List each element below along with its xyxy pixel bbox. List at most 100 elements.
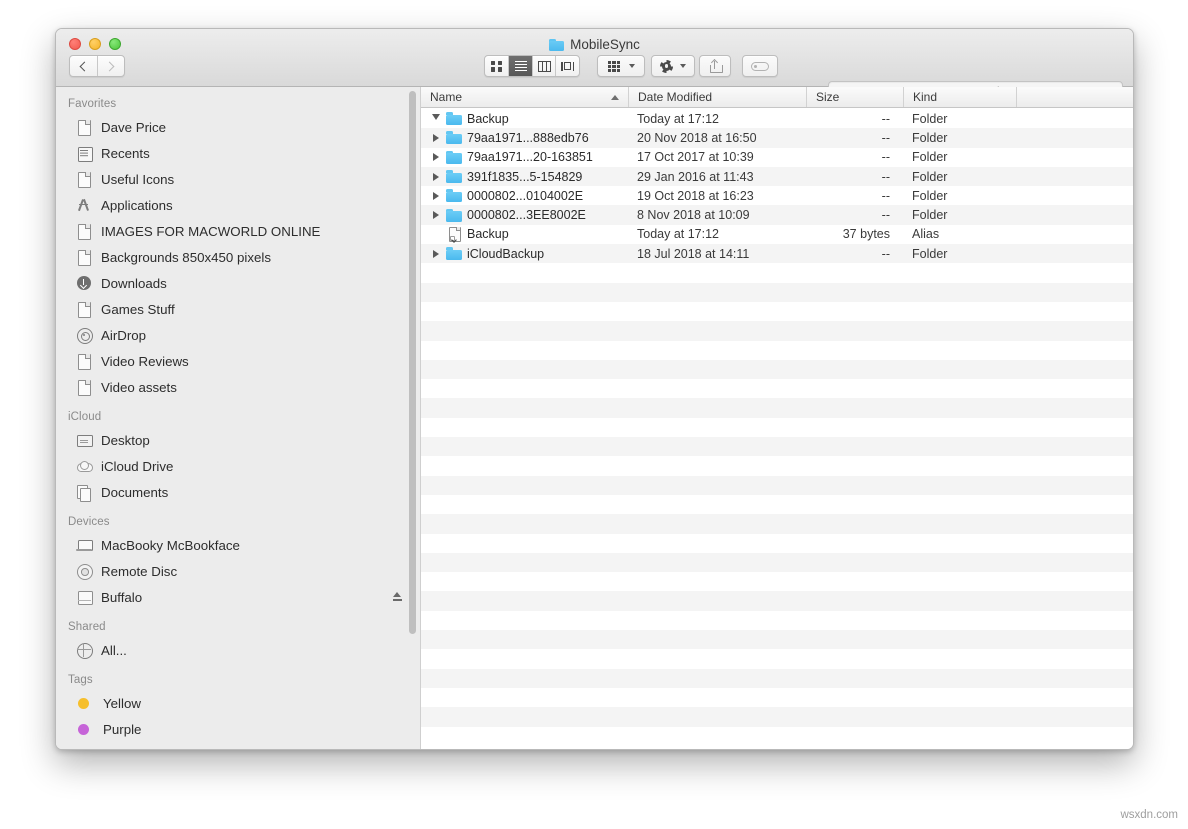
table-row[interactable]: 391f1835...5-15482929 Jan 2016 at 11:43-… — [421, 167, 1133, 186]
sidebar-item-remote-disc[interactable]: Remote Disc — [56, 558, 420, 584]
sidebar-section-favorites: FavoritesDave PriceRecentsUseful IconsAp… — [56, 98, 420, 400]
icon-view-button[interactable] — [485, 56, 508, 76]
sidebar-scrollbar[interactable] — [409, 91, 416, 634]
tag-dot-icon — [78, 698, 89, 709]
action-button[interactable] — [651, 55, 695, 77]
recents-icon — [76, 145, 92, 161]
disclosure-triangle-closed-icon[interactable] — [430, 173, 441, 181]
empty-row — [421, 591, 1133, 610]
disclosure-triangle-closed-icon[interactable] — [430, 192, 441, 200]
share-button[interactable] — [699, 55, 731, 77]
sidebar-item-video-reviews[interactable]: Video Reviews — [56, 348, 420, 374]
sidebar-item-backgrounds-850x450-pixels[interactable]: Backgrounds 850x450 pixels — [56, 244, 420, 270]
sidebar-item-label: Applications — [101, 198, 173, 213]
file-kind-cell: Alias — [903, 225, 1016, 244]
table-row[interactable]: 79aa1971...20-16385117 Oct 2017 at 10:39… — [421, 148, 1133, 167]
arrange-button[interactable] — [597, 55, 645, 77]
sidebar-item-macbooky-mcbookface[interactable]: MacBooky McBookface — [56, 532, 420, 558]
disclosure-triangle-closed-icon[interactable] — [430, 250, 441, 258]
file-row-spacer — [1016, 244, 1133, 263]
edit-tags-button[interactable] — [742, 55, 778, 77]
column-header-name[interactable]: Name — [421, 87, 628, 107]
eject-icon[interactable] — [392, 592, 402, 602]
sidebar-item-label: Documents — [101, 485, 168, 500]
sidebar-item-icloud-drive[interactable]: iCloud Drive — [56, 453, 420, 479]
sidebar-item-airdrop[interactable]: AirDrop — [56, 322, 420, 348]
empty-row — [421, 418, 1133, 437]
disclosure-triangle-closed-icon[interactable] — [430, 134, 441, 142]
file-name-cell: 79aa1971...888edb76 — [421, 128, 628, 147]
file-row-spacer — [1016, 109, 1133, 128]
sidebar-item-applications[interactable]: Applications — [56, 192, 420, 218]
list-view-button[interactable] — [508, 56, 532, 76]
empty-row — [421, 476, 1133, 495]
document-icon — [76, 301, 92, 317]
sidebar-item-label: Dave Price — [101, 120, 166, 135]
sidebar[interactable]: FavoritesDave PriceRecentsUseful IconsAp… — [56, 87, 421, 749]
column-header-date[interactable]: Date Modified — [628, 87, 806, 107]
sidebar-item-recents[interactable]: Recents — [56, 140, 420, 166]
gear-icon — [660, 60, 673, 73]
sidebar-item-useful-icons[interactable]: Useful Icons — [56, 166, 420, 192]
tag-icon — [751, 62, 769, 71]
chevron-down-icon — [680, 64, 686, 68]
table-row[interactable]: 79aa1971...888edb7620 Nov 2018 at 16:50-… — [421, 128, 1133, 147]
column-header-kind-label: Kind — [913, 90, 937, 104]
column-header-size-label: Size — [816, 90, 839, 104]
sidebar-item-label: Desktop — [101, 433, 150, 448]
sidebar-item-dave-price[interactable]: Dave Price — [56, 114, 420, 140]
sidebar-item-buffalo[interactable]: Buffalo — [56, 584, 420, 610]
sidebar-item-video-assets[interactable]: Video assets — [56, 374, 420, 400]
sidebar-item-desktop[interactable]: Desktop — [56, 427, 420, 453]
sidebar-sections: FavoritesDave PriceRecentsUseful IconsAp… — [56, 98, 420, 742]
toolbar: Search — [56, 55, 1133, 83]
globe-icon — [76, 642, 92, 658]
file-name-label: 0000802...3EE8002E — [467, 208, 586, 222]
file-size-cell: -- — [806, 128, 903, 147]
file-name-label: 0000802...0104002E — [467, 189, 583, 203]
coverflow-view-button[interactable] — [555, 56, 579, 76]
file-date-cell: Today at 17:12 — [628, 109, 806, 128]
grid-icon — [491, 61, 502, 72]
column-header-size[interactable]: Size — [806, 87, 903, 107]
window-title-text: MobileSync — [570, 37, 640, 52]
drive-icon — [76, 589, 92, 605]
sidebar-section-icloud: iCloudDesktopiCloud DriveDocuments — [56, 411, 420, 505]
sidebar-item-games-stuff[interactable]: Games Stuff — [56, 296, 420, 322]
sidebar-item-label: Yellow — [103, 696, 141, 711]
file-list[interactable]: Name Date Modified Size Kind BackupToday… — [421, 87, 1133, 749]
column-header-kind[interactable]: Kind — [903, 87, 1016, 107]
empty-row — [421, 669, 1133, 688]
table-row[interactable]: iCloudBackup18 Jul 2018 at 14:11--Folder — [421, 244, 1133, 263]
forward-button[interactable] — [97, 56, 124, 76]
file-size-cell: -- — [806, 167, 903, 186]
file-name-cell: iCloudBackup — [421, 244, 628, 263]
sidebar-item-yellow[interactable]: Yellow — [56, 690, 420, 716]
table-row[interactable]: 0000802...0104002E19 Oct 2018 at 16:23--… — [421, 186, 1133, 205]
sidebar-item-label: Remote Disc — [101, 564, 177, 579]
table-row[interactable]: 0000802...3EE8002E8 Nov 2018 at 10:09--F… — [421, 205, 1133, 224]
chevron-down-icon — [629, 64, 635, 68]
window-body: FavoritesDave PriceRecentsUseful IconsAp… — [56, 87, 1133, 749]
sidebar-item-purple[interactable]: Purple — [56, 716, 420, 742]
column-view-button[interactable] — [532, 56, 556, 76]
file-date-cell: 17 Oct 2017 at 10:39 — [628, 148, 806, 167]
disclosure-triangle-closed-icon[interactable] — [430, 153, 441, 161]
file-date-cell: 8 Nov 2018 at 10:09 — [628, 205, 806, 224]
sidebar-item-label: Video Reviews — [101, 354, 189, 369]
table-row[interactable]: BackupToday at 17:12--Folder — [421, 109, 1133, 128]
column-header-name-label: Name — [430, 90, 462, 104]
sidebar-item-documents[interactable]: Documents — [56, 479, 420, 505]
disclosure-triangle-open-icon[interactable] — [430, 114, 441, 124]
sidebar-item-images-for-macworld-online[interactable]: IMAGES FOR MACWORLD ONLINE — [56, 218, 420, 244]
disclosure-triangle-closed-icon[interactable] — [430, 211, 441, 219]
empty-row — [421, 572, 1133, 591]
file-row-spacer — [1016, 225, 1133, 244]
empty-row — [421, 514, 1133, 533]
documents-icon — [76, 484, 92, 500]
table-row[interactable]: BackupToday at 17:1237 bytesAlias — [421, 225, 1133, 244]
back-button[interactable] — [70, 56, 97, 76]
sidebar-item-downloads[interactable]: Downloads — [56, 270, 420, 296]
columns-icon — [538, 61, 551, 72]
sidebar-item-all[interactable]: All... — [56, 637, 420, 663]
